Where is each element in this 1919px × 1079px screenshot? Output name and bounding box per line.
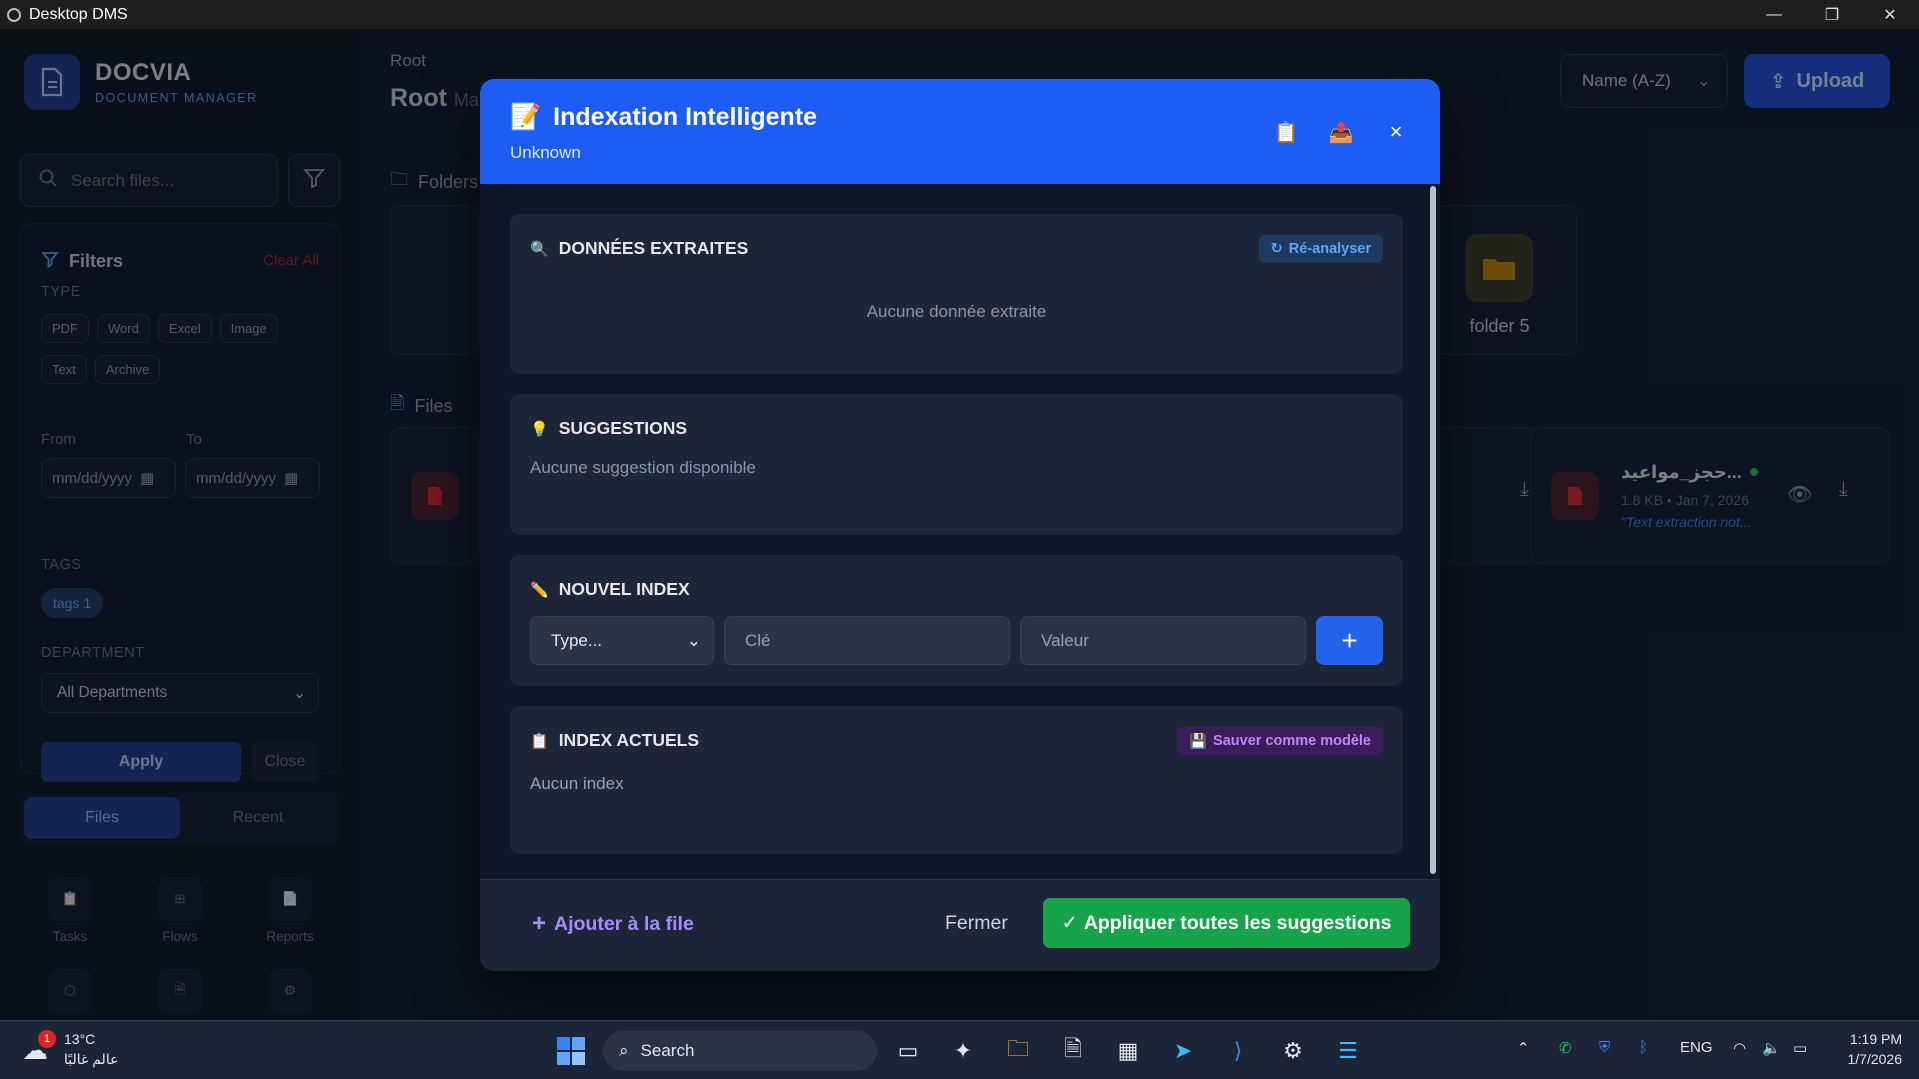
current-index-empty: Aucun index	[530, 774, 624, 793]
add-to-queue-button[interactable]: + Ajouter à la file	[532, 910, 694, 938]
reanalyze-button[interactable]: ↻ Ré-analyser	[1258, 235, 1383, 263]
telegram-icon[interactable]: ➤	[1167, 1035, 1199, 1067]
copilot-icon[interactable]: ✦	[947, 1035, 979, 1067]
save-template-button[interactable]: 💾 Sauver comme modèle	[1176, 727, 1383, 755]
modal-header: 📝 Indexation Intelligente Unknown 📋 📤 ×	[480, 79, 1440, 184]
search-icon: ⌕	[619, 1041, 629, 1060]
defender-icon[interactable]: ⛨	[1599, 1039, 1610, 1056]
weather-desc: عالم غالبًا	[64, 1051, 119, 1067]
suggestions-empty: Aucune suggestion disponible	[530, 458, 756, 477]
inbox-icon[interactable]: 📤	[1328, 119, 1354, 145]
notes-icon[interactable]: ☰	[1332, 1035, 1364, 1067]
floppy-icon: 💾	[1188, 733, 1208, 750]
task-view-icon[interactable]: ▭	[892, 1035, 924, 1067]
modal-body: 🔍 DONNÉES EXTRAITES ↻ Ré-analyser Aucune d…	[480, 184, 1440, 879]
restore-button[interactable]: ❐	[1803, 0, 1861, 29]
add-to-queue-label: Ajouter à la file	[554, 912, 694, 935]
app-icon	[7, 7, 21, 22]
taskbar: ☁ 1 13°C عالم غالبًا ⌕ Search ▭ ✦ 🗀 🗎 ▦ ➤…	[0, 1020, 1919, 1079]
clipboard-icon[interactable]: 📋	[1273, 119, 1299, 145]
current-index-section: 📋 INDEX ACTUELS 💾 Sauver comme modèle Aucu…	[510, 706, 1403, 854]
magnifier-icon: 🔍	[530, 240, 549, 258]
language-indicator[interactable]: ENG	[1680, 1039, 1713, 1056]
refresh-icon: ↻	[1270, 241, 1283, 257]
whatsapp-icon[interactable]: ✆	[1559, 1039, 1572, 1057]
modal-footer: + Ajouter à la file Fermer ✓ Appliquer tou…	[480, 879, 1440, 971]
new-index-section: ✏️ NOUVEL INDEX Type... ⌄ Clé Valeur +	[510, 555, 1403, 686]
taskbar-search-label: Search	[640, 1041, 695, 1060]
clipboard-icon: 📋	[530, 732, 549, 750]
apply-all-suggestions-button[interactable]: ✓ Appliquer toutes les suggestions	[1043, 898, 1410, 948]
index-key-input[interactable]: Clé	[724, 616, 1010, 665]
minimize-button[interactable]: —	[1745, 0, 1803, 29]
bluetooth-icon[interactable]: ᛒ	[1639, 1039, 1648, 1056]
window-title-bar: Desktop DMS — ❐ ✕	[0, 0, 1919, 29]
chevron-down-icon: ⌄	[686, 630, 701, 650]
extracted-empty: Aucune donnée extraite	[866, 302, 1047, 321]
battery-icon[interactable]: ▭	[1793, 1039, 1807, 1057]
key-placeholder: Clé	[745, 630, 771, 650]
apply-all-label: Appliquer toutes les suggestions	[1083, 911, 1392, 934]
file-explorer-icon[interactable]: 🗀	[1002, 1035, 1034, 1067]
section-title: 🔍 DONNÉES EXTRAITES	[530, 238, 748, 259]
check-icon: ✓	[1061, 912, 1078, 934]
clock-date[interactable]: 1/7/2026	[1832, 1051, 1903, 1067]
modal-subtitle: Unknown	[510, 143, 581, 162]
hidden-icons-icon[interactable]: ⌃	[1517, 1039, 1530, 1057]
add-index-button[interactable]: +	[1316, 616, 1383, 665]
current-index-title: INDEX ACTUELS	[558, 730, 700, 750]
section-title: ✏️ NOUVEL INDEX	[530, 579, 690, 600]
desktop-dms-icon[interactable]: ⚙	[1277, 1035, 1309, 1067]
save-template-label: Sauver comme modèle	[1213, 733, 1371, 749]
reanalyze-label: Ré-analyser	[1288, 241, 1371, 257]
weather-widget[interactable]: ☁ 1	[22, 1030, 56, 1065]
section-title: 💡 SUGGESTIONS	[530, 418, 687, 439]
suggestions-title: SUGGESTIONS	[558, 418, 688, 438]
window-title: Desktop DMS	[29, 5, 128, 23]
new-index-title: NOUVEL INDEX	[558, 579, 690, 599]
section-title: 📋 INDEX ACTUELS	[530, 730, 699, 751]
scrollbar[interactable]	[1430, 186, 1436, 874]
clock-time[interactable]: 1:19 PM	[1832, 1031, 1902, 1047]
extracted-data-section: 🔍 DONNÉES EXTRAITES ↻ Ré-analyser Aucune d…	[510, 214, 1403, 374]
wifi-icon[interactable]: ◠	[1733, 1039, 1746, 1057]
taskbar-search[interactable]: ⌕ Search	[603, 1031, 877, 1071]
lightbulb-icon: 💡	[530, 420, 549, 438]
pencil-icon: ✏️	[530, 581, 549, 599]
modal-title: 📝 Indexation Intelligente	[510, 103, 817, 132]
store-icon[interactable]: ▦	[1112, 1035, 1144, 1067]
notification-badge: 1	[38, 1030, 56, 1048]
modal-title-text: Indexation Intelligente	[553, 103, 818, 131]
windows-start-icon[interactable]	[555, 1035, 587, 1067]
index-type-select[interactable]: Type... ⌄	[530, 616, 714, 665]
index-value-input[interactable]: Valeur	[1020, 616, 1306, 665]
indexation-modal: 📝 Indexation Intelligente Unknown 📋 📤 × 🔍…	[480, 79, 1440, 971]
suggestions-section: 💡 SUGGESTIONS Aucune suggestion disponibl…	[510, 394, 1403, 535]
vscode-icon[interactable]: ⟩	[1222, 1035, 1254, 1067]
value-placeholder: Valeur	[1041, 630, 1089, 650]
close-modal-button[interactable]: Fermer	[945, 912, 1008, 935]
extracted-title: DONNÉES EXTRAITES	[558, 238, 749, 258]
notepad-icon[interactable]: 🗎	[1057, 1035, 1089, 1067]
modal-close-button[interactable]: ×	[1383, 119, 1409, 145]
window-close-button[interactable]: ✕	[1861, 0, 1919, 29]
memo-icon: 📝	[510, 103, 542, 131]
weather-temp: 13°C	[64, 1031, 96, 1047]
volume-icon[interactable]: 🔈	[1762, 1039, 1781, 1057]
type-select-value: Type...	[551, 630, 603, 650]
plus-icon: +	[532, 910, 547, 937]
